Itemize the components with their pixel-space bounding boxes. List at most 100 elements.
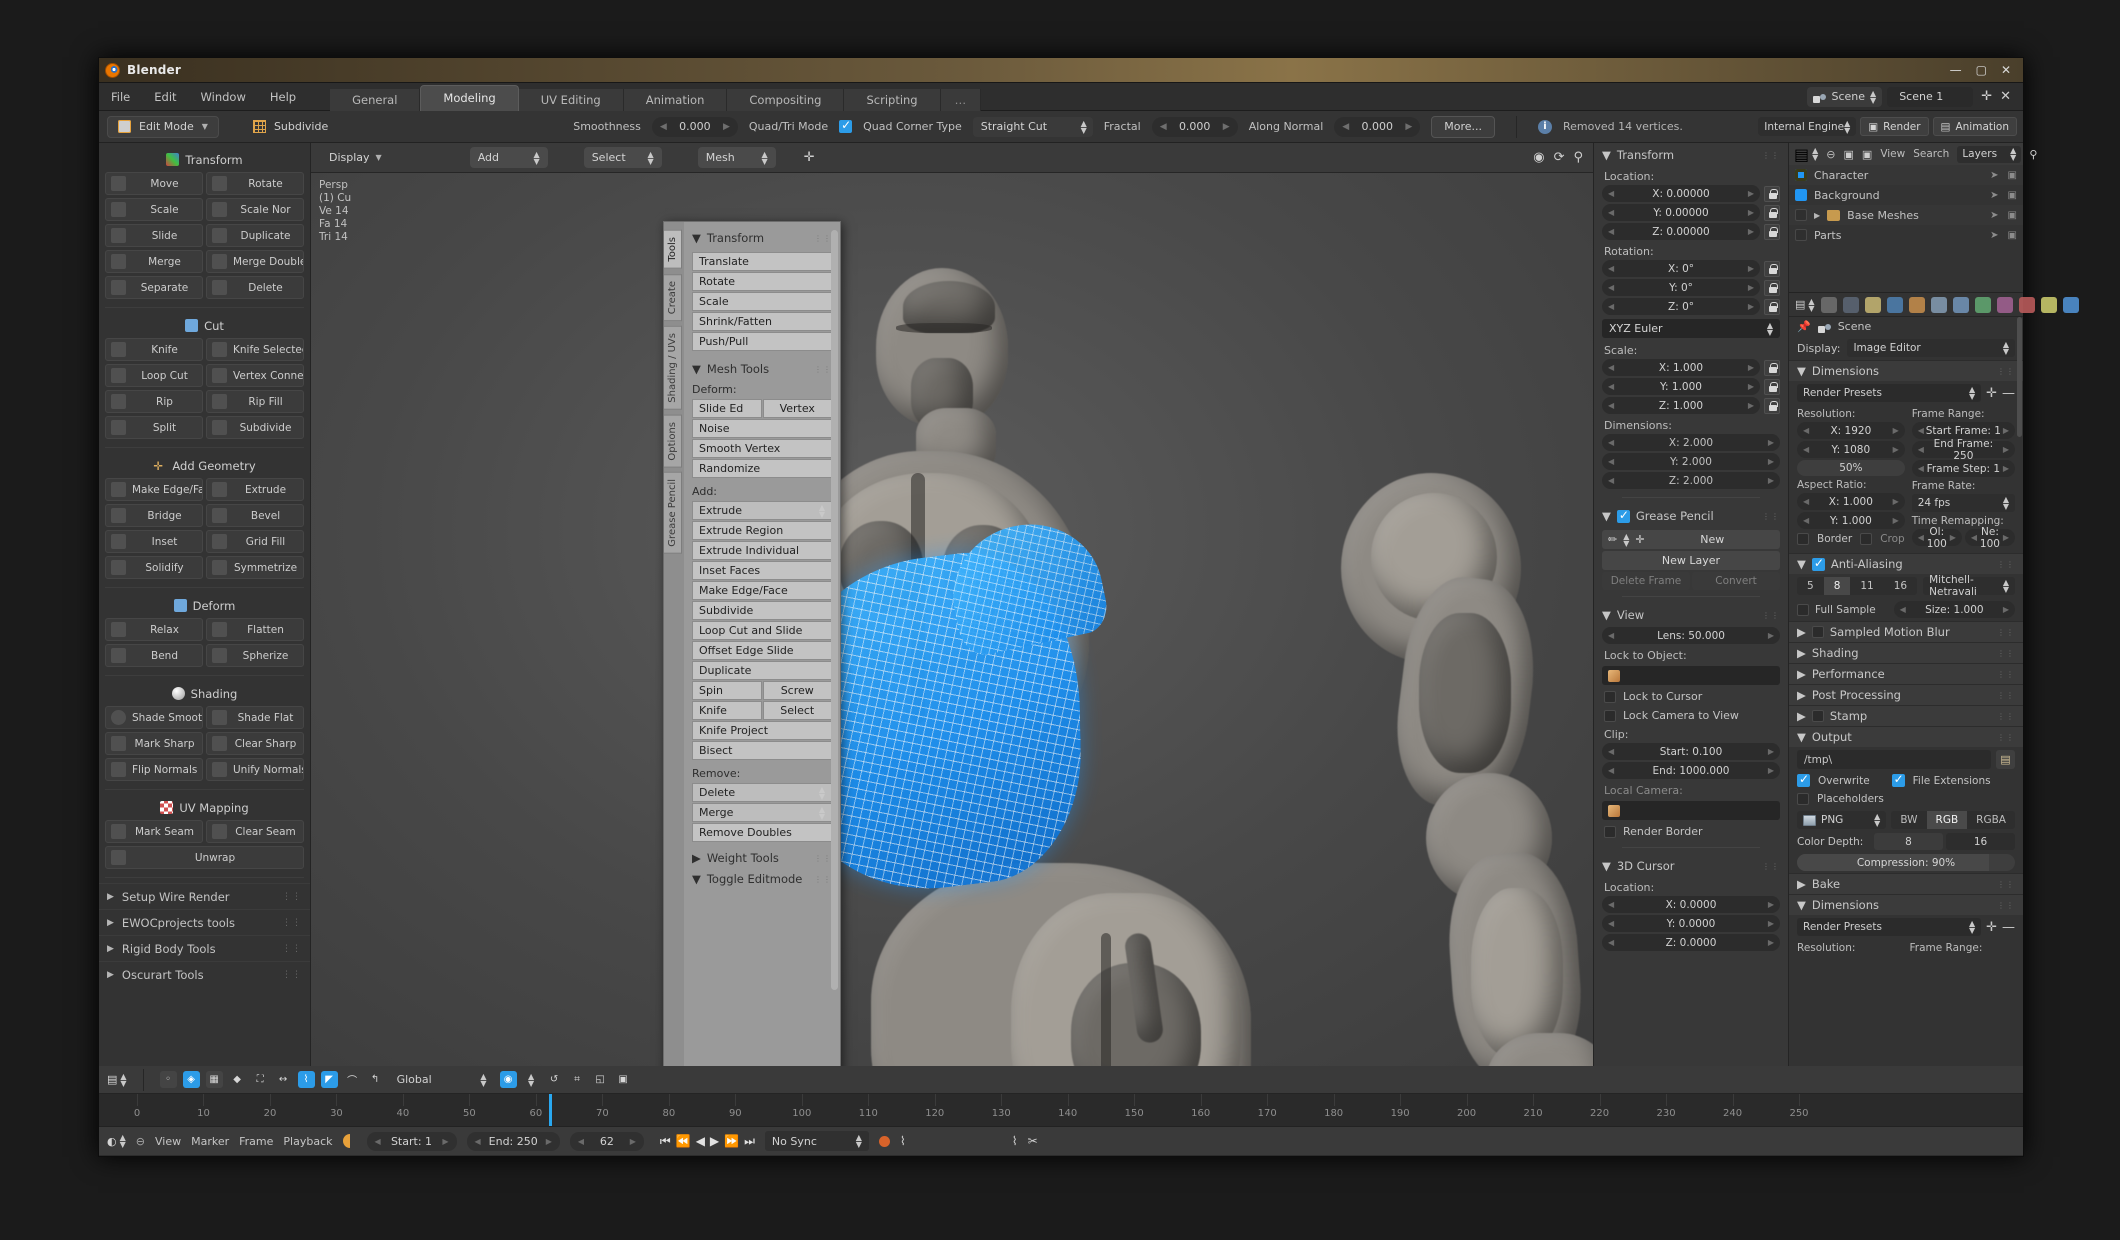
float-section-mesh-tools[interactable]: ▼ Mesh Tools ⋮⋮ [692, 362, 832, 376]
increment-icon[interactable]: ▶ [1768, 457, 1774, 466]
face-select-mode-icon[interactable]: ▦ [205, 1071, 223, 1088]
float-btn-inset-faces[interactable]: Inset Faces [692, 561, 832, 580]
snap-options-icon[interactable]: ▲ ▼ [523, 1071, 540, 1088]
increment-icon[interactable]: ▶ [2003, 445, 2009, 454]
decrement-icon[interactable]: ◀ [1342, 122, 1349, 132]
rotation-y-field[interactable]: ◀ Y: 0° ▶ [1602, 279, 1760, 296]
crop-checkbox[interactable] [1860, 533, 1873, 545]
outliner-tree[interactable]: Character ➤ ▣ Background ➤ ▣ ▶ Base Meshes ➤ ▣ … [1789, 165, 2023, 292]
more-button[interactable]: More... [1431, 115, 1496, 138]
dimension-y-field[interactable]: ◀ Y: 2.000 ▶ [1602, 453, 1780, 470]
increment-icon[interactable]: ▶ [1748, 208, 1754, 217]
local-camera-field[interactable] [1602, 801, 1780, 820]
panel-tab-create[interactable]: Create [664, 273, 682, 321]
tool-solidify[interactable]: Solidify [105, 556, 203, 579]
proportional-edit-icon[interactable]: ↔ [275, 1071, 292, 1088]
tool-shade-smooth[interactable]: Shade Smooth [105, 706, 203, 729]
camera-icon[interactable]: ▣ [2008, 170, 2017, 181]
tool-bend[interactable]: Bend [105, 644, 203, 667]
tool-delete[interactable]: Delete [206, 276, 304, 299]
stamp-checkbox[interactable] [1811, 710, 1824, 722]
menu-item-edit[interactable]: Edit [142, 83, 188, 111]
clip-start-field[interactable]: ◀ Start: 0.100 ▶ [1602, 743, 1780, 760]
jump-to-start-icon[interactable]: ⏮ [660, 1134, 671, 1149]
render-presets-selector[interactable]: Render Presets ▲ ▼ [1797, 384, 1982, 402]
tab-data-icon[interactable] [1974, 296, 1991, 313]
aa-sample-8[interactable]: 8 [1823, 577, 1851, 595]
render-shading-icon[interactable]: ▣ [615, 1071, 632, 1088]
float-section-toggle-editmode[interactable]: ▼ Toggle Editmode ⋮⋮ [692, 872, 832, 886]
snap-magnet-icon[interactable]: ⌇ [297, 1071, 315, 1088]
float-btn-extrude-region[interactable]: Extrude Region [692, 521, 832, 540]
panel-anti-aliasing[interactable]: ▼Anti-Aliasing⋮⋮ [1789, 553, 2023, 574]
outliner-row-character[interactable]: Character ➤ ▣ [1789, 165, 2023, 185]
lens-field[interactable]: ◀ Lens: 50.000 ▶ [1602, 627, 1780, 644]
grease-pencil-delete-frame-button[interactable]: Delete Frame [1602, 572, 1690, 590]
properties-body[interactable]: 📌 Scene Display: Image Editor ▲ ▼ ▼ Dimensi… [1789, 317, 2023, 1066]
editor-type-icon[interactable]: ◐ ▲ ▼ [107, 1134, 126, 1149]
float-btn-knife-project[interactable]: Knife Project [692, 721, 832, 740]
tab-scene-icon[interactable] [1864, 296, 1881, 313]
new-collection-icon[interactable]: ▣ [1844, 148, 1854, 161]
time-remap-new-field[interactable]: ◀ Ne: 100 ▶ [1964, 526, 2015, 550]
workspace-tab-general[interactable]: General [330, 88, 421, 111]
cursor-y-field[interactable]: ◀ Y: 0.0000 ▶ [1602, 915, 1780, 932]
tool-bridge[interactable]: Bridge [105, 504, 203, 527]
scale-y-field[interactable]: ◀ Y: 1.000 ▶ [1602, 378, 1760, 395]
tab-world-icon[interactable] [1886, 296, 1903, 313]
tab-render-layers-icon[interactable] [1842, 296, 1859, 313]
increment-icon[interactable]: ▶ [1768, 747, 1774, 756]
checkbox-icon[interactable] [1795, 229, 1807, 241]
current-frame-field[interactable]: ◀ 62 ▶ [569, 1131, 644, 1151]
add-scene-icon[interactable]: ✛ [1981, 89, 1992, 104]
color-depth-8[interactable]: 8 [1874, 833, 1943, 850]
timeline-playhead[interactable] [549, 1094, 553, 1126]
insert-keyframe-icon[interactable]: ⌇ [1012, 1134, 1018, 1148]
render-border-row[interactable]: Render Border [1594, 822, 1788, 841]
increment-icon[interactable]: ▶ [1893, 426, 1899, 435]
location-z-field[interactable]: ◀ Z: 0.00000 ▶ [1602, 223, 1760, 240]
end-frame-field[interactable]: ◀ End Frame: 250 ▶ [1911, 438, 2015, 462]
lock-to-cursor-row[interactable]: Lock to Cursor [1594, 687, 1788, 706]
npanel-section-grease-pencil[interactable]: ▼Grease Pencil⋮⋮ [1594, 504, 1788, 528]
framerate-selector[interactable]: 24 fps ▲ ▼ [1911, 494, 2015, 512]
increment-icon[interactable]: ▶ [442, 1137, 448, 1146]
cursor-arrow-icon[interactable]: ➤ [1990, 210, 1998, 221]
render-engine-selector[interactable]: Internal Engine ▲ ▼ [1758, 117, 1857, 136]
float-section-transform[interactable]: ▼ Transform ⋮⋮ [692, 231, 832, 245]
float-btn-randomize[interactable]: Randomize [692, 459, 832, 478]
tool-merge[interactable]: Merge [105, 250, 203, 273]
properties-tab-bar[interactable]: ▤ ▲ ▼ [1789, 293, 2079, 317]
grease-pencil-checkbox[interactable] [1616, 508, 1630, 523]
npanel-section-transform[interactable]: ▼ Transform ⋮⋮ [1594, 143, 1788, 167]
playback-transport[interactable]: ⏮ ⏪ ◀ ▶ ⏩ ⏭ [660, 1134, 755, 1149]
aspect-y-field[interactable]: ◀ Y: 1.000 ▶ [1797, 512, 1905, 529]
tool-knife[interactable]: Knife [105, 338, 203, 361]
mirror-x-icon[interactable]: ↺ [546, 1071, 563, 1088]
outliner-row-base-meshes[interactable]: ▶ Base Meshes ➤ ▣ [1789, 205, 2023, 225]
quadtri-checkbox[interactable] [839, 118, 853, 133]
increment-icon[interactable]: ▶ [1768, 631, 1774, 640]
color-mode-group[interactable]: BW RGB RGBA [1891, 811, 2015, 829]
decrement-icon[interactable]: ◀ [660, 122, 667, 132]
file-extensions-checkbox[interactable] [1891, 772, 1905, 787]
editor-type-icon[interactable]: ▤ ▲ ▼ [107, 1072, 127, 1087]
render-border-checkbox[interactable] [1604, 825, 1616, 838]
cursor-arrow-icon[interactable]: ➤ [1990, 170, 1998, 181]
tool-flatten[interactable]: Flatten [206, 618, 304, 641]
tab-texture-icon[interactable] [2018, 296, 2035, 313]
float-menu-merge[interactable]: Merge ▲ ▼ [692, 803, 832, 822]
aspect-x-field[interactable]: ◀ X: 1.000 ▶ [1797, 493, 1905, 510]
tab-object-icon[interactable] [1908, 296, 1925, 313]
start-frame-field[interactable]: ◀ Start Frame: 1 ▶ [1911, 422, 2015, 439]
tool-bevel[interactable]: Bevel [206, 504, 304, 527]
tool-loop-cut[interactable]: Loop Cut [105, 364, 203, 387]
render-presets-selector-2[interactable]: Render Presets ▲ ▼ [1797, 918, 1982, 936]
panel-tab-grease-pencil[interactable]: Grease Pencil [664, 472, 682, 554]
float-btn-bisect[interactable]: Bisect [692, 741, 832, 760]
workspace-tab-more[interactable]: … [940, 88, 982, 111]
float-btn-offset-edge-slide[interactable]: Offset Edge Slide [692, 641, 832, 660]
curve-handle-icon[interactable]: ⌒ [344, 1071, 361, 1088]
display-selector[interactable]: Image Editor ▲ ▼ [1847, 339, 2015, 357]
tool-vertex-connect[interactable]: Vertex Connect [206, 364, 304, 387]
